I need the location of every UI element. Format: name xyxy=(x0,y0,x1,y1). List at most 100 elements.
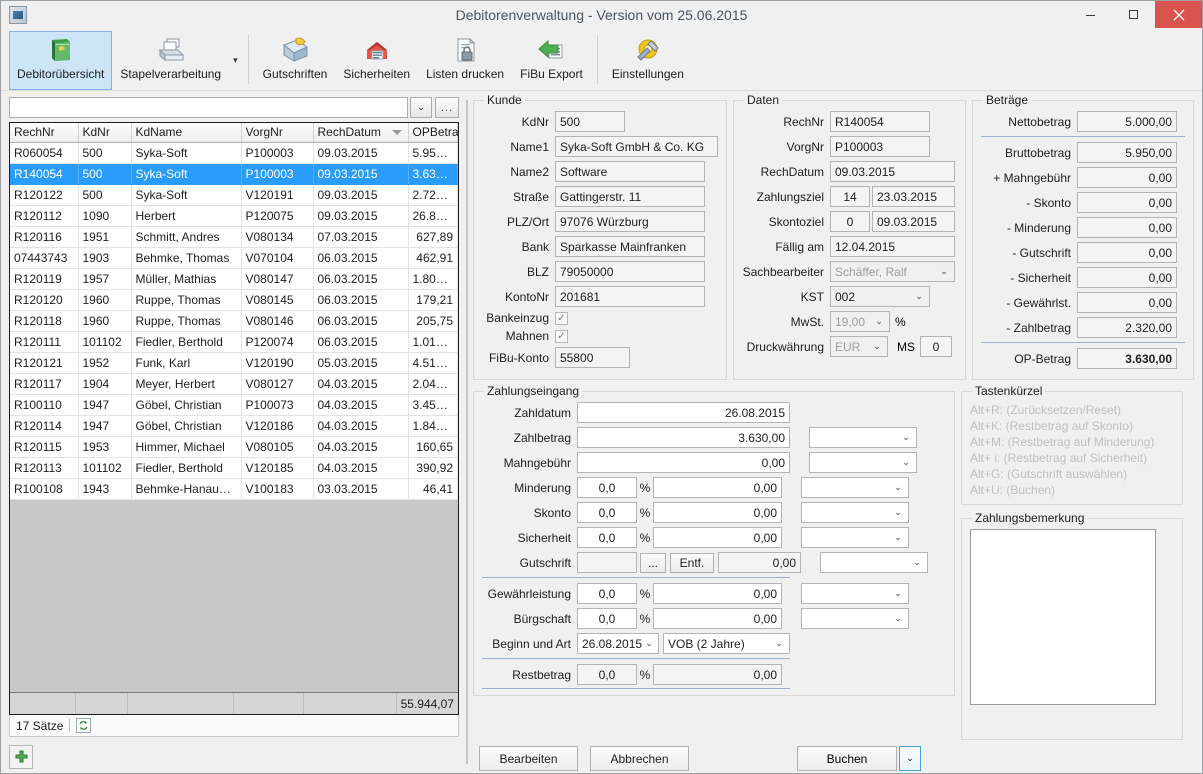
kunde-field-input[interactable] xyxy=(555,261,705,282)
gutschrift-field[interactable] xyxy=(577,552,637,573)
kunde-field-input[interactable] xyxy=(555,211,705,232)
search-input[interactable] xyxy=(9,97,408,118)
toolbar-button-gutschriften[interactable]: Gutschriften xyxy=(255,31,336,90)
gewaehrleistung-percent-field[interactable] xyxy=(577,583,637,604)
column-header-rechdatum[interactable]: RechDatum xyxy=(313,123,408,142)
betraege-value-field[interactable] xyxy=(1077,317,1177,338)
table-row[interactable]: R1201141947Göbel, ChristianV12018604.03.… xyxy=(10,415,458,436)
toolbar-button-fibu-export[interactable]: FiBu Export xyxy=(512,31,591,90)
sicherheit-account-select[interactable]: ⌄ xyxy=(801,527,909,548)
rechdatum-field[interactable] xyxy=(830,161,955,182)
gutschrift-browse-button[interactable]: ... xyxy=(640,553,666,573)
table-row[interactable]: R1201191957Müller, MathiasV08014706.03.2… xyxy=(10,268,458,289)
zahlungsbemerkung-textarea[interactable] xyxy=(970,529,1156,705)
buergschaft-amount-field[interactable] xyxy=(653,608,782,629)
toolbar-button-einstellungen[interactable]: Einstellungen xyxy=(604,31,692,90)
fibukonto-field[interactable] xyxy=(555,347,630,368)
sicherheit-percent-field[interactable] xyxy=(577,527,637,548)
toolbar-button-stapelverarbeitung[interactable]: Stapelverarbeitung xyxy=(112,31,229,90)
table-row[interactable]: R1001101947Göbel, ChristianP10007304.03.… xyxy=(10,394,458,415)
restbetrag-amount-field[interactable] xyxy=(653,664,782,685)
buergschaft-percent-field[interactable] xyxy=(577,608,637,629)
table-row[interactable]: R120111101102Fiedler, BertholdP12007406.… xyxy=(10,331,458,352)
betraege-value-field[interactable] xyxy=(1077,217,1177,238)
refresh-icon[interactable] xyxy=(76,718,91,733)
betraege-value-field[interactable] xyxy=(1077,348,1177,369)
zahlungsziel-days-field[interactable] xyxy=(830,186,870,207)
table-row[interactable]: R1201151953Himmer, MichaelV08010504.03.2… xyxy=(10,436,458,457)
column-header-opbetrag[interactable]: OPBetrag xyxy=(408,123,458,142)
column-header-rechnr[interactable]: RechNr xyxy=(10,123,78,142)
invoice-grid[interactable]: RechNr KdNr KdName VorgNr RechDatum OPBe… xyxy=(9,122,459,715)
toolbar-button-debitoruebersicht[interactable]: Debitorübersicht xyxy=(9,31,112,90)
table-row[interactable]: 074437431903Behmke, ThomasV07010406.03.2… xyxy=(10,247,458,268)
betraege-value-field[interactable] xyxy=(1077,192,1177,213)
gewaehrleistung-account-select[interactable]: ⌄ xyxy=(801,583,909,604)
sachbearbeiter-select[interactable]: Schäffer, Ralf ⌄ xyxy=(830,261,955,282)
kunde-field-input[interactable] xyxy=(555,186,705,207)
beginn-date-select[interactable]: 26.08.2015 ⌄ xyxy=(577,633,659,654)
column-header-kdname[interactable]: KdName xyxy=(131,123,241,142)
skonto-percent-field[interactable] xyxy=(577,502,637,523)
mwst-select[interactable]: 19,00 ⌄ xyxy=(830,311,890,332)
betraege-value-field[interactable] xyxy=(1077,242,1177,263)
column-header-kdnr[interactable]: KdNr xyxy=(78,123,131,142)
gewaehrleistung-amount-field[interactable] xyxy=(653,583,782,604)
bankeinzug-checkbox[interactable]: ✓ xyxy=(555,312,568,325)
betraege-value-field[interactable] xyxy=(1077,167,1177,188)
search-options-button[interactable]: ... xyxy=(435,97,459,118)
kst-select[interactable]: 002 ⌄ xyxy=(830,286,930,307)
restbetrag-percent-field[interactable] xyxy=(577,664,637,685)
column-header-vorgnr[interactable]: VorgNr xyxy=(241,123,313,142)
zahlungsziel-date-field[interactable] xyxy=(872,186,955,207)
gutschrift-delete-button[interactable]: Entf. xyxy=(670,553,714,573)
table-row[interactable]: R060054500Syka-SoftP10000309.03.20155.95… xyxy=(10,142,458,163)
buchen-button[interactable]: Buchen xyxy=(797,746,897,771)
gutschrift-account-select[interactable]: ⌄ xyxy=(820,552,928,573)
beginn-art-select[interactable]: VOB (2 Jahre) ⌄ xyxy=(663,633,790,654)
betraege-value-field[interactable] xyxy=(1077,142,1177,163)
table-row[interactable]: R1201171904Meyer, HerbertV08012704.03.20… xyxy=(10,373,458,394)
skonto-amount-field[interactable] xyxy=(653,502,782,523)
table-row[interactable]: R1201181960Ruppe, ThomasV08014606.03.201… xyxy=(10,310,458,331)
minderung-amount-field[interactable] xyxy=(653,477,782,498)
kunde-field-input[interactable] xyxy=(555,136,718,157)
zahlbetrag-field[interactable] xyxy=(577,427,790,448)
betraege-value-field[interactable] xyxy=(1077,267,1177,288)
table-row[interactable]: R120113101102Fiedler, BertholdV12018504.… xyxy=(10,457,458,478)
kunde-field-input[interactable] xyxy=(555,236,705,257)
gutschrift-amount-field[interactable] xyxy=(718,552,801,573)
zahlbetrag-account-select[interactable]: ⌄ xyxy=(809,427,917,448)
mahngebuehr-field[interactable] xyxy=(577,452,790,473)
druckwaehrung-select[interactable]: EUR ⌄ xyxy=(830,336,888,357)
abbrechen-button[interactable]: Abbrechen xyxy=(590,746,689,771)
table-row[interactable]: R1201211952Funk, KarlV12019005.03.20154.… xyxy=(10,352,458,373)
table-row[interactable]: R1201161951Schmitt, AndresV08013407.03.2… xyxy=(10,226,458,247)
faellig-field[interactable] xyxy=(830,236,955,257)
betraege-value-field[interactable] xyxy=(1077,292,1177,313)
kunde-field-input[interactable] xyxy=(555,111,625,132)
mahngebuehr-account-select[interactable]: ⌄ xyxy=(809,452,917,473)
betraege-value-field[interactable] xyxy=(1077,111,1177,132)
table-row[interactable]: R140054500Syka-SoftP10000309.03.20153.63… xyxy=(10,163,458,184)
minderung-percent-field[interactable] xyxy=(577,477,637,498)
search-dropdown-button[interactable]: ⌄ xyxy=(410,97,432,118)
table-row[interactable]: R120122500Syka-SoftV12019109.03.20152.72… xyxy=(10,184,458,205)
kunde-field-input[interactable] xyxy=(555,286,705,307)
mahnen-checkbox[interactable]: ✓ xyxy=(555,330,568,343)
skontoziel-days-field[interactable] xyxy=(830,211,870,232)
add-record-button[interactable] xyxy=(9,745,33,769)
ms-field[interactable] xyxy=(920,336,952,357)
vorgnr-field[interactable] xyxy=(830,136,930,157)
table-row[interactable]: R1201121090HerbertP12007509.03.201526.87… xyxy=(10,205,458,226)
toolbar-button-listen-drucken[interactable]: Listen drucken xyxy=(418,31,512,90)
pane-splitter[interactable] xyxy=(463,91,471,773)
rechnr-field[interactable] xyxy=(830,111,930,132)
toolbar-button-sicherheiten[interactable]: Sicherheiten xyxy=(335,31,418,90)
zahldatum-field[interactable] xyxy=(577,402,790,423)
table-row[interactable]: R1201201960Ruppe, ThomasV08014506.03.201… xyxy=(10,289,458,310)
table-row[interactable]: R1001081943Behmke-Hanauer...V10018303.03… xyxy=(10,478,458,499)
skonto-account-select[interactable]: ⌄ xyxy=(801,502,909,523)
sicherheit-amount-field[interactable] xyxy=(653,527,782,548)
buchen-dropdown-button[interactable]: ⌄ xyxy=(899,746,921,771)
